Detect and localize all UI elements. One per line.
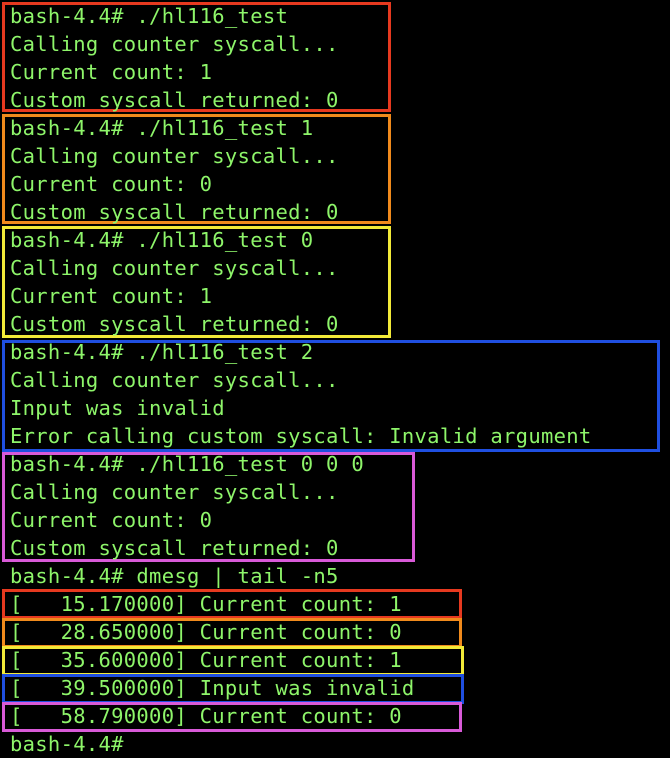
output-line: Calling counter syscall... (10, 32, 339, 56)
dmesg-line: [ 39.500000] Input was invalid (10, 676, 415, 700)
prompt-line-active[interactable]: bash-4.4# (10, 730, 124, 758)
output-line: Calling counter syscall... (10, 368, 339, 392)
prompt-line: bash-4.4# dmesg | tail -n5 (10, 564, 339, 588)
output-line: Calling counter syscall... (10, 144, 339, 168)
prompt-line: bash-4.4# ./hl116_test 0 (10, 228, 314, 252)
dmesg-line: [ 15.170000] Current count: 1 (10, 592, 402, 616)
output-line: Calling counter syscall... (10, 256, 339, 280)
terminal-window[interactable]: bash-4.4# ./hl116_test Calling counter s… (0, 0, 670, 758)
output-line: Calling counter syscall... (10, 480, 339, 504)
dmesg-line: [ 58.790000] Current count: 0 (10, 704, 402, 728)
output-line: Input was invalid (10, 396, 225, 420)
output-line: Custom syscall returned: 0 (10, 200, 339, 224)
output-line: Custom syscall returned: 0 (10, 312, 339, 336)
prompt-line: bash-4.4# ./hl116_test 1 (10, 116, 314, 140)
prompt-line: bash-4.4# ./hl116_test 0 0 0 (10, 452, 364, 476)
output-line: Current count: 0 (10, 508, 213, 532)
dmesg-line: [ 35.600000] Current count: 1 (10, 648, 402, 672)
output-line: Custom syscall returned: 0 (10, 88, 339, 112)
output-line: Current count: 1 (10, 60, 213, 84)
output-line: Current count: 1 (10, 284, 213, 308)
output-line: Custom syscall returned: 0 (10, 536, 339, 560)
error-line: Error calling custom syscall: Invalid ar… (10, 424, 592, 448)
prompt-line: bash-4.4# ./hl116_test 2 (10, 340, 314, 364)
prompt-line: bash-4.4# ./hl116_test (10, 4, 289, 28)
output-line: Current count: 0 (10, 172, 213, 196)
dmesg-line: [ 28.650000] Current count: 0 (10, 620, 402, 644)
